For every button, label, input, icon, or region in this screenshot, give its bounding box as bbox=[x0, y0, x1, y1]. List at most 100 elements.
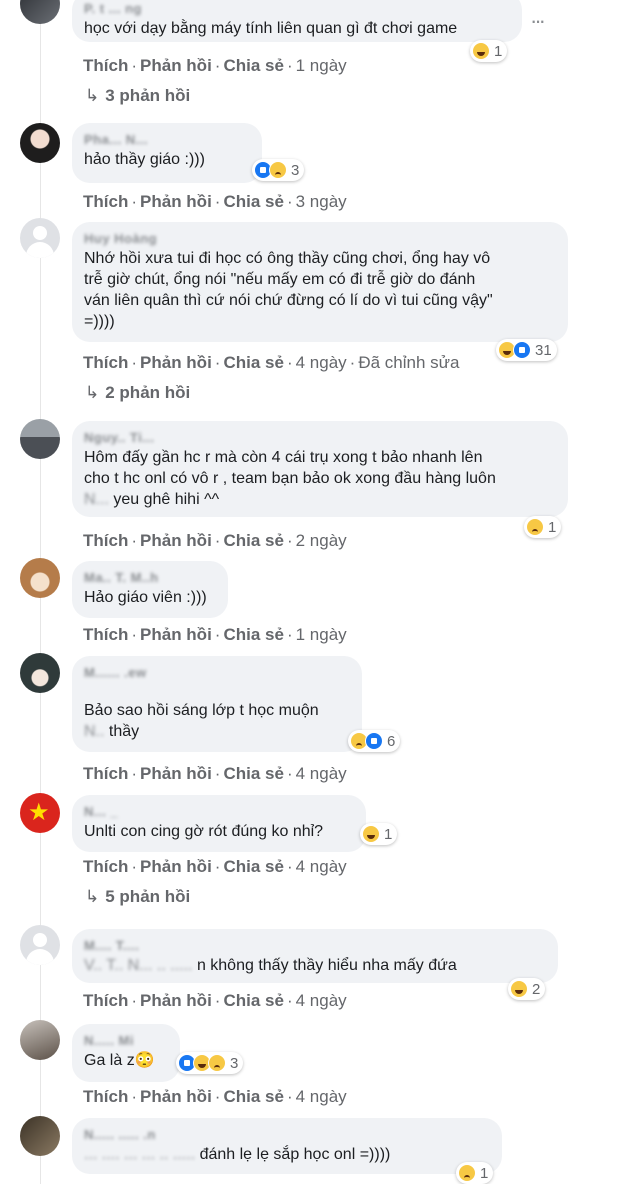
replies-count: 3 phản hồi bbox=[105, 86, 191, 105]
comment-actions: Thích · Phản hồi · Chia sẻ · 4 ngày bbox=[83, 991, 347, 1010]
like-reaction-icon bbox=[365, 732, 383, 750]
share-button[interactable]: Chia sẻ bbox=[223, 1087, 283, 1106]
avatar[interactable] bbox=[20, 558, 60, 598]
mention-tag[interactable]: ... .... ... ... .. ..... bbox=[84, 1146, 200, 1163]
like-button[interactable]: Thích bbox=[83, 1087, 128, 1106]
comment-timestamp[interactable]: 2 ngày bbox=[296, 531, 347, 550]
share-button[interactable]: Chia sẻ bbox=[223, 764, 283, 783]
reaction-count: 3 bbox=[291, 161, 300, 179]
mention-tag[interactable]: V.. T.. N... .. ..... bbox=[84, 957, 197, 974]
like-button[interactable]: Thích bbox=[83, 764, 128, 783]
reaction-summary[interactable]: 31 bbox=[496, 339, 557, 361]
haha-reaction-icon bbox=[362, 825, 380, 843]
haha-reaction-icon bbox=[472, 42, 490, 60]
avatar[interactable] bbox=[20, 1116, 60, 1156]
like-reaction-icon bbox=[513, 341, 531, 359]
comment-author[interactable]: M...... .ew bbox=[84, 664, 348, 682]
share-button[interactable]: Chia sẻ bbox=[223, 192, 283, 211]
like-button[interactable]: Thích bbox=[83, 991, 128, 1010]
reaction-summary[interactable]: 1 bbox=[524, 516, 562, 538]
sad-reaction-icon bbox=[208, 1054, 226, 1072]
comment-author[interactable]: Huy Hoàng bbox=[84, 230, 554, 248]
comment-actions: Thích · Phản hồi · Chia sẻ · 2 ngày bbox=[83, 531, 347, 550]
share-button[interactable]: Chia sẻ bbox=[223, 531, 283, 550]
view-replies-button[interactable]: ↳ 5 phản hồi bbox=[85, 886, 190, 908]
reaction-summary[interactable]: 1 bbox=[456, 1162, 494, 1184]
view-replies-button[interactable]: ↳ 3 phản hồi bbox=[85, 85, 190, 107]
share-button[interactable]: Chia sẻ bbox=[223, 991, 283, 1010]
comment-timestamp[interactable]: 4 ngày bbox=[296, 991, 347, 1010]
comment-bubble: N..... ..... .n ... .... ... ... .. ....… bbox=[72, 1118, 502, 1174]
comment-text: Bảo sao hồi sáng lớp t học muộn bbox=[84, 702, 319, 719]
avatar[interactable] bbox=[20, 1020, 60, 1060]
comment-text-tail: n không thấy thầy hiểu nha mấy đứa bbox=[196, 957, 457, 974]
view-replies-button[interactable]: ↳ 2 phản hồi bbox=[85, 382, 190, 404]
reply-button[interactable]: Phản hồi bbox=[140, 353, 212, 372]
share-button[interactable]: Chia sẻ bbox=[223, 857, 283, 876]
like-button[interactable]: Thích bbox=[83, 192, 128, 211]
reply-button[interactable]: Phản hồi bbox=[140, 1087, 212, 1106]
comment-timestamp[interactable]: 1 ngày bbox=[296, 625, 347, 644]
share-button[interactable]: Chia sẻ bbox=[223, 56, 283, 75]
reaction-summary[interactable]: 1 bbox=[360, 823, 398, 845]
reply-arrow-icon: ↳ bbox=[85, 887, 100, 906]
share-button[interactable]: Chia sẻ bbox=[223, 353, 283, 372]
comment-bubble: Pha... N... hảo thầy giáo :))) bbox=[72, 123, 262, 183]
avatar[interactable]: ★ bbox=[20, 793, 60, 833]
comment-author[interactable]: N..... Mi bbox=[84, 1032, 166, 1050]
avatar[interactable] bbox=[20, 218, 60, 258]
reply-button[interactable]: Phản hồi bbox=[140, 531, 212, 550]
reply-button[interactable]: Phản hồi bbox=[140, 764, 212, 783]
comment-actions: Thích · Phản hồi · Chia sẻ · 4 ngày bbox=[83, 857, 347, 876]
reaction-summary[interactable]: 6 bbox=[348, 730, 401, 752]
reaction-summary[interactable]: 2 bbox=[508, 978, 546, 1000]
like-button[interactable]: Thích bbox=[83, 56, 128, 75]
comment-timestamp[interactable]: 4 ngày bbox=[296, 764, 347, 783]
reaction-summary[interactable]: 1 bbox=[470, 40, 508, 62]
mention-tag[interactable]: N.. bbox=[84, 723, 109, 740]
reply-button[interactable]: Phản hồi bbox=[140, 625, 212, 644]
more-options-icon[interactable]: ··· bbox=[530, 8, 546, 34]
avatar[interactable] bbox=[20, 653, 60, 693]
comment-timestamp[interactable]: 3 ngày bbox=[296, 192, 347, 211]
reaction-count: 6 bbox=[387, 732, 396, 750]
comment-actions: Thích · Phản hồi · Chia sẻ · 1 ngày bbox=[83, 56, 347, 75]
avatar[interactable] bbox=[20, 419, 60, 459]
comment-author[interactable]: M.... T.... bbox=[84, 937, 544, 955]
reaction-summary[interactable]: 3 bbox=[252, 159, 305, 181]
like-button[interactable]: Thích bbox=[83, 531, 128, 550]
avatar[interactable] bbox=[20, 925, 60, 965]
reply-button[interactable]: Phản hồi bbox=[140, 192, 212, 211]
comment-author[interactable]: P. t ... ng bbox=[84, 0, 508, 18]
avatar[interactable] bbox=[20, 0, 60, 24]
comment-author[interactable]: Pha... N... bbox=[84, 131, 248, 149]
comment-timestamp[interactable]: 4 ngày bbox=[296, 1087, 347, 1106]
sad-reaction-icon bbox=[458, 1164, 476, 1182]
comment-actions: Thích · Phản hồi · Chia sẻ · 4 ngày bbox=[83, 764, 347, 783]
comment-author[interactable]: Ma.. T. M..h bbox=[84, 569, 214, 587]
comment-bubble: M.... T.... V.. T.. N... .. ..... n khôn… bbox=[72, 929, 558, 983]
reply-button[interactable]: Phản hồi bbox=[140, 56, 212, 75]
mention-tag[interactable]: N... bbox=[84, 491, 113, 508]
like-button[interactable]: Thích bbox=[83, 625, 128, 644]
comment-bubble: N... _ Unlti con cing gờ rót đúng ko nhỉ… bbox=[72, 795, 366, 852]
like-button[interactable]: Thích bbox=[83, 857, 128, 876]
avatar[interactable] bbox=[20, 123, 60, 163]
comment-timestamp[interactable]: 1 ngày bbox=[296, 56, 347, 75]
comment-timestamp[interactable]: 4 ngày bbox=[296, 857, 347, 876]
like-button[interactable]: Thích bbox=[83, 353, 128, 372]
comment-author[interactable]: N..... ..... .n bbox=[84, 1126, 488, 1144]
reaction-count: 1 bbox=[548, 518, 557, 536]
star-icon: ★ bbox=[28, 799, 50, 826]
comment-bubble: Nguy.. Ti... Hôm đấy gần hc r mà còn 4 c… bbox=[72, 421, 568, 517]
reaction-count: 1 bbox=[480, 1164, 489, 1182]
comment-text: Unlti con cing gờ rót đúng ko nhỉ? bbox=[84, 823, 324, 840]
reaction-summary[interactable]: 3 bbox=[176, 1052, 244, 1074]
reply-button[interactable]: Phản hồi bbox=[140, 857, 212, 876]
comment-author[interactable]: Nguy.. Ti... bbox=[84, 429, 554, 447]
reply-button[interactable]: Phản hồi bbox=[140, 991, 212, 1010]
comment-author[interactable]: N... _ bbox=[84, 803, 352, 821]
comment-timestamp[interactable]: 4 ngày bbox=[296, 353, 347, 372]
comment-text: Hôm đấy gần hc r mà còn 4 cái trụ xong t… bbox=[84, 449, 496, 487]
share-button[interactable]: Chia sẻ bbox=[223, 625, 283, 644]
